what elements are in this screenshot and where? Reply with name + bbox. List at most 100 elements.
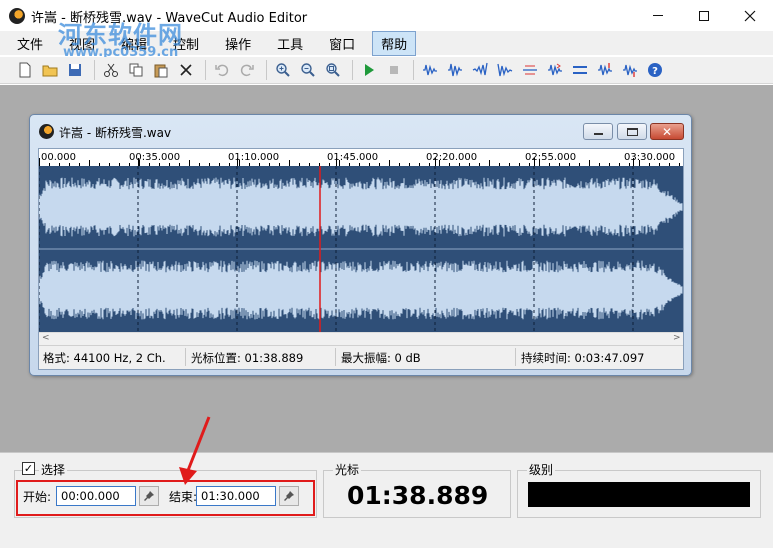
effect-invert-button[interactable] xyxy=(569,59,591,81)
paste-icon xyxy=(154,64,168,78)
effect-silence-button[interactable] xyxy=(519,59,541,81)
echo-icon xyxy=(623,64,637,77)
close-button[interactable] xyxy=(727,0,773,31)
status-format: 格式: 44100 Hz, 2 Ch. xyxy=(43,351,166,365)
status-divider xyxy=(335,348,336,366)
redo-icon xyxy=(240,64,254,77)
ruler-label: 01:10.000 xyxy=(228,152,280,163)
zoom-fit-button[interactable] xyxy=(322,59,344,81)
zoom-out-button[interactable] xyxy=(297,59,319,81)
document-status-bar: 格式: 44100 Hz, 2 Ch. 光标位置: 01:38.889 最大振幅… xyxy=(39,345,683,369)
menu-operate[interactable]: 操作 xyxy=(216,31,260,56)
menu-file[interactable]: 文件 xyxy=(8,31,52,56)
document-title: 许嵩 - 断桥残雪.wav xyxy=(59,126,172,140)
effect-fade-out-button[interactable] xyxy=(494,59,516,81)
stop-button[interactable] xyxy=(383,59,405,81)
selection-checkbox[interactable]: ✓ xyxy=(22,462,35,475)
folder-open-icon xyxy=(42,65,58,77)
cursor-position-display: 01:38.889 xyxy=(347,481,489,510)
toolbar-separator xyxy=(205,60,206,80)
stop-icon xyxy=(390,66,398,74)
doc-minimize-button[interactable] xyxy=(583,123,613,140)
maximize-button[interactable] xyxy=(681,0,727,31)
annotation-arrow-icon xyxy=(179,416,211,485)
menu-tools[interactable]: 工具 xyxy=(268,31,312,56)
ruler-label: 02:55.000 xyxy=(525,152,577,163)
redo-button[interactable] xyxy=(236,59,258,81)
annotation-highlight xyxy=(16,480,315,516)
svg-text:?: ? xyxy=(652,66,658,77)
close-icon xyxy=(744,10,756,21)
ruler-label: 00.000 xyxy=(41,152,76,163)
waveform-graphic xyxy=(38,166,683,332)
doc-close-button[interactable]: ✕ xyxy=(650,123,684,140)
copy-button[interactable] xyxy=(125,59,147,81)
cut-button[interactable] xyxy=(100,59,122,81)
status-cursor-pos: 光标位置: 01:38.889 xyxy=(191,351,304,365)
scroll-right-icon[interactable]: > xyxy=(673,333,681,343)
close-icon: ✕ xyxy=(661,124,673,139)
status-divider xyxy=(185,348,186,366)
open-button[interactable] xyxy=(39,59,61,81)
waveform-view[interactable] xyxy=(38,166,683,332)
zoom-in-button[interactable] xyxy=(272,59,294,81)
reverse-icon xyxy=(548,63,562,76)
time-ruler[interactable]: 00.000 00:35.000 01:10.000 01:45.000 02:… xyxy=(39,149,683,166)
delete-icon xyxy=(180,64,192,76)
zoom-in-icon xyxy=(276,63,290,77)
new-button[interactable] xyxy=(14,59,36,81)
ruler-major-tick xyxy=(138,158,139,166)
ruler-major-tick xyxy=(237,158,238,166)
paste-button[interactable] xyxy=(150,59,172,81)
pitch-icon xyxy=(598,63,612,76)
toolbar-separator xyxy=(352,60,353,80)
scroll-left-icon[interactable]: < xyxy=(42,333,50,343)
waveform-channel xyxy=(38,177,683,237)
document-icon xyxy=(39,124,54,139)
effect-pitch-button[interactable] xyxy=(594,59,616,81)
menu-window[interactable]: 窗口 xyxy=(320,31,364,56)
ruler-label: 00:35.000 xyxy=(129,152,181,163)
toolbar-separator xyxy=(413,60,414,80)
undo-icon xyxy=(215,64,229,77)
play-button[interactable] xyxy=(358,59,380,81)
ruler-label: 02:20.000 xyxy=(426,152,478,163)
app-icon xyxy=(9,8,25,24)
status-duration: 持续时间: 0:03:47.097 xyxy=(521,351,645,365)
menu-help[interactable]: 帮助 xyxy=(372,30,417,56)
maximize-icon xyxy=(699,10,709,21)
ruler-major-tick xyxy=(633,158,634,166)
minimize-icon xyxy=(653,15,663,16)
status-divider xyxy=(515,348,516,366)
save-button[interactable] xyxy=(64,59,86,81)
doc-maximize-button[interactable] xyxy=(617,123,647,140)
effect-reverse-button[interactable] xyxy=(544,59,566,81)
minimize-icon xyxy=(593,133,603,135)
delete-button[interactable] xyxy=(175,59,197,81)
invert-icon xyxy=(573,66,587,74)
ruler-major-tick xyxy=(336,158,337,166)
scissors-icon xyxy=(104,63,118,77)
level-panel-label: 级别 xyxy=(527,461,556,478)
waveform-normalize-icon xyxy=(448,63,462,77)
undo-button[interactable] xyxy=(211,59,233,81)
cursor-panel-label: 光标 xyxy=(333,461,362,478)
toolbar-separator xyxy=(266,60,267,80)
help-button[interactable]: ? xyxy=(644,59,666,81)
ruler-major-tick xyxy=(435,158,436,166)
fade-out-icon xyxy=(497,63,513,77)
effect-amplify-button[interactable] xyxy=(419,59,441,81)
effect-echo-button[interactable] xyxy=(619,59,641,81)
effect-fade-in-button[interactable] xyxy=(469,59,491,81)
effect-normalize-button[interactable] xyxy=(444,59,466,81)
ruler-major-tick xyxy=(534,158,535,166)
copy-icon xyxy=(129,63,143,77)
new-file-icon xyxy=(19,62,31,78)
check-icon: ✓ xyxy=(23,462,34,475)
save-icon xyxy=(69,64,81,76)
minimize-button[interactable] xyxy=(635,0,681,31)
toolbar-separator xyxy=(94,60,95,80)
status-max-amplitude: 最大振幅: 0 dB xyxy=(341,351,421,365)
waveform-panel: 00.000 00:35.000 01:10.000 01:45.000 02:… xyxy=(38,148,684,370)
horizontal-scrollbar[interactable]: < > xyxy=(39,332,683,345)
